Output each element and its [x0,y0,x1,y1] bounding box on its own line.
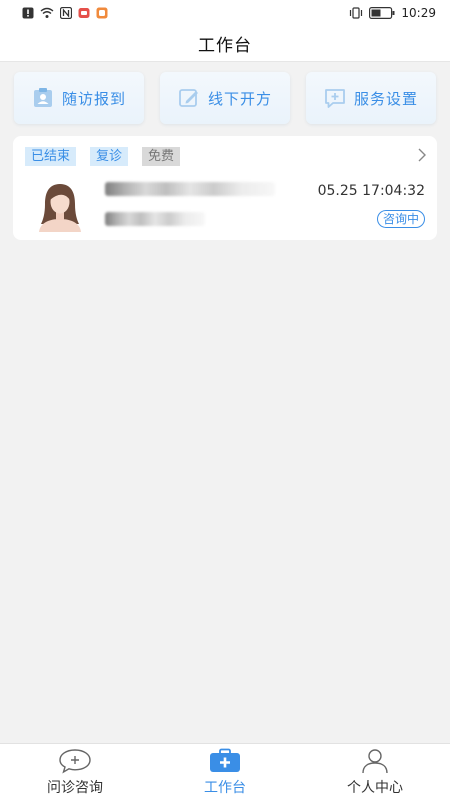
quick-actions: 随访报到 线下开方 服务设置 [14,72,436,124]
battery-icon [369,7,395,19]
service-settings-button[interactable]: 服务设置 [306,72,436,124]
app-icon [96,7,108,19]
status-time: 10:29 [401,6,436,20]
visit-type-tag: 复诊 [90,147,129,166]
vibrate-icon [350,7,363,19]
nav-label-consultation: 问诊咨询 [47,779,103,796]
nav-item-profile[interactable]: 个人中心 [315,748,435,797]
service-settings-icon [325,89,345,108]
person-icon [362,748,388,773]
prescription-icon [179,89,198,107]
record-tags: 已结束 复诊 免费 [25,147,181,166]
consultation-state-badge: 咨询中 [376,210,425,228]
bottom-nav: 问诊咨询 工作台 个人中心 [0,743,450,800]
offline-prescription-button[interactable]: 线下开方 [160,72,290,124]
status-bar: 10:29 [0,0,450,26]
page-title: 工作台 [198,36,252,56]
wifi-icon [40,7,54,18]
nav-label-workbench: 工作台 [204,779,246,796]
alert-icon [22,7,34,19]
patient-avatar [39,184,81,232]
nfc-icon [60,7,72,19]
fee-tag: 免费 [142,147,181,166]
follow-up-report-button[interactable]: 随访报到 [14,72,144,124]
status-right-icons: 10:29 [349,6,436,20]
notification-icon [78,8,90,18]
status-tag: 已结束 [25,147,77,166]
consultation-datetime: 05.25 17:04:32 [317,183,425,199]
offline-prescription-label: 线下开方 [207,89,272,108]
service-settings-label: 服务设置 [353,89,418,108]
patient-info-redacted [105,182,275,196]
chevron-right-icon[interactable] [417,148,427,162]
status-left-icons [22,7,108,19]
nav-item-consultation[interactable]: 问诊咨询 [15,748,135,797]
nav-item-workbench[interactable]: 工作台 [165,748,285,797]
follow-up-icon [33,88,52,107]
follow-up-report-label: 随访报到 [61,89,126,108]
consultation-record-card[interactable]: 已结束 复诊 免费 05.25 17:04:32 咨询中 [13,136,437,240]
nav-label-profile: 个人中心 [347,779,403,796]
patient-detail-redacted [105,212,205,226]
header: 工作台 [0,26,450,62]
chat-plus-icon [59,748,91,773]
medical-kit-icon [210,748,240,772]
